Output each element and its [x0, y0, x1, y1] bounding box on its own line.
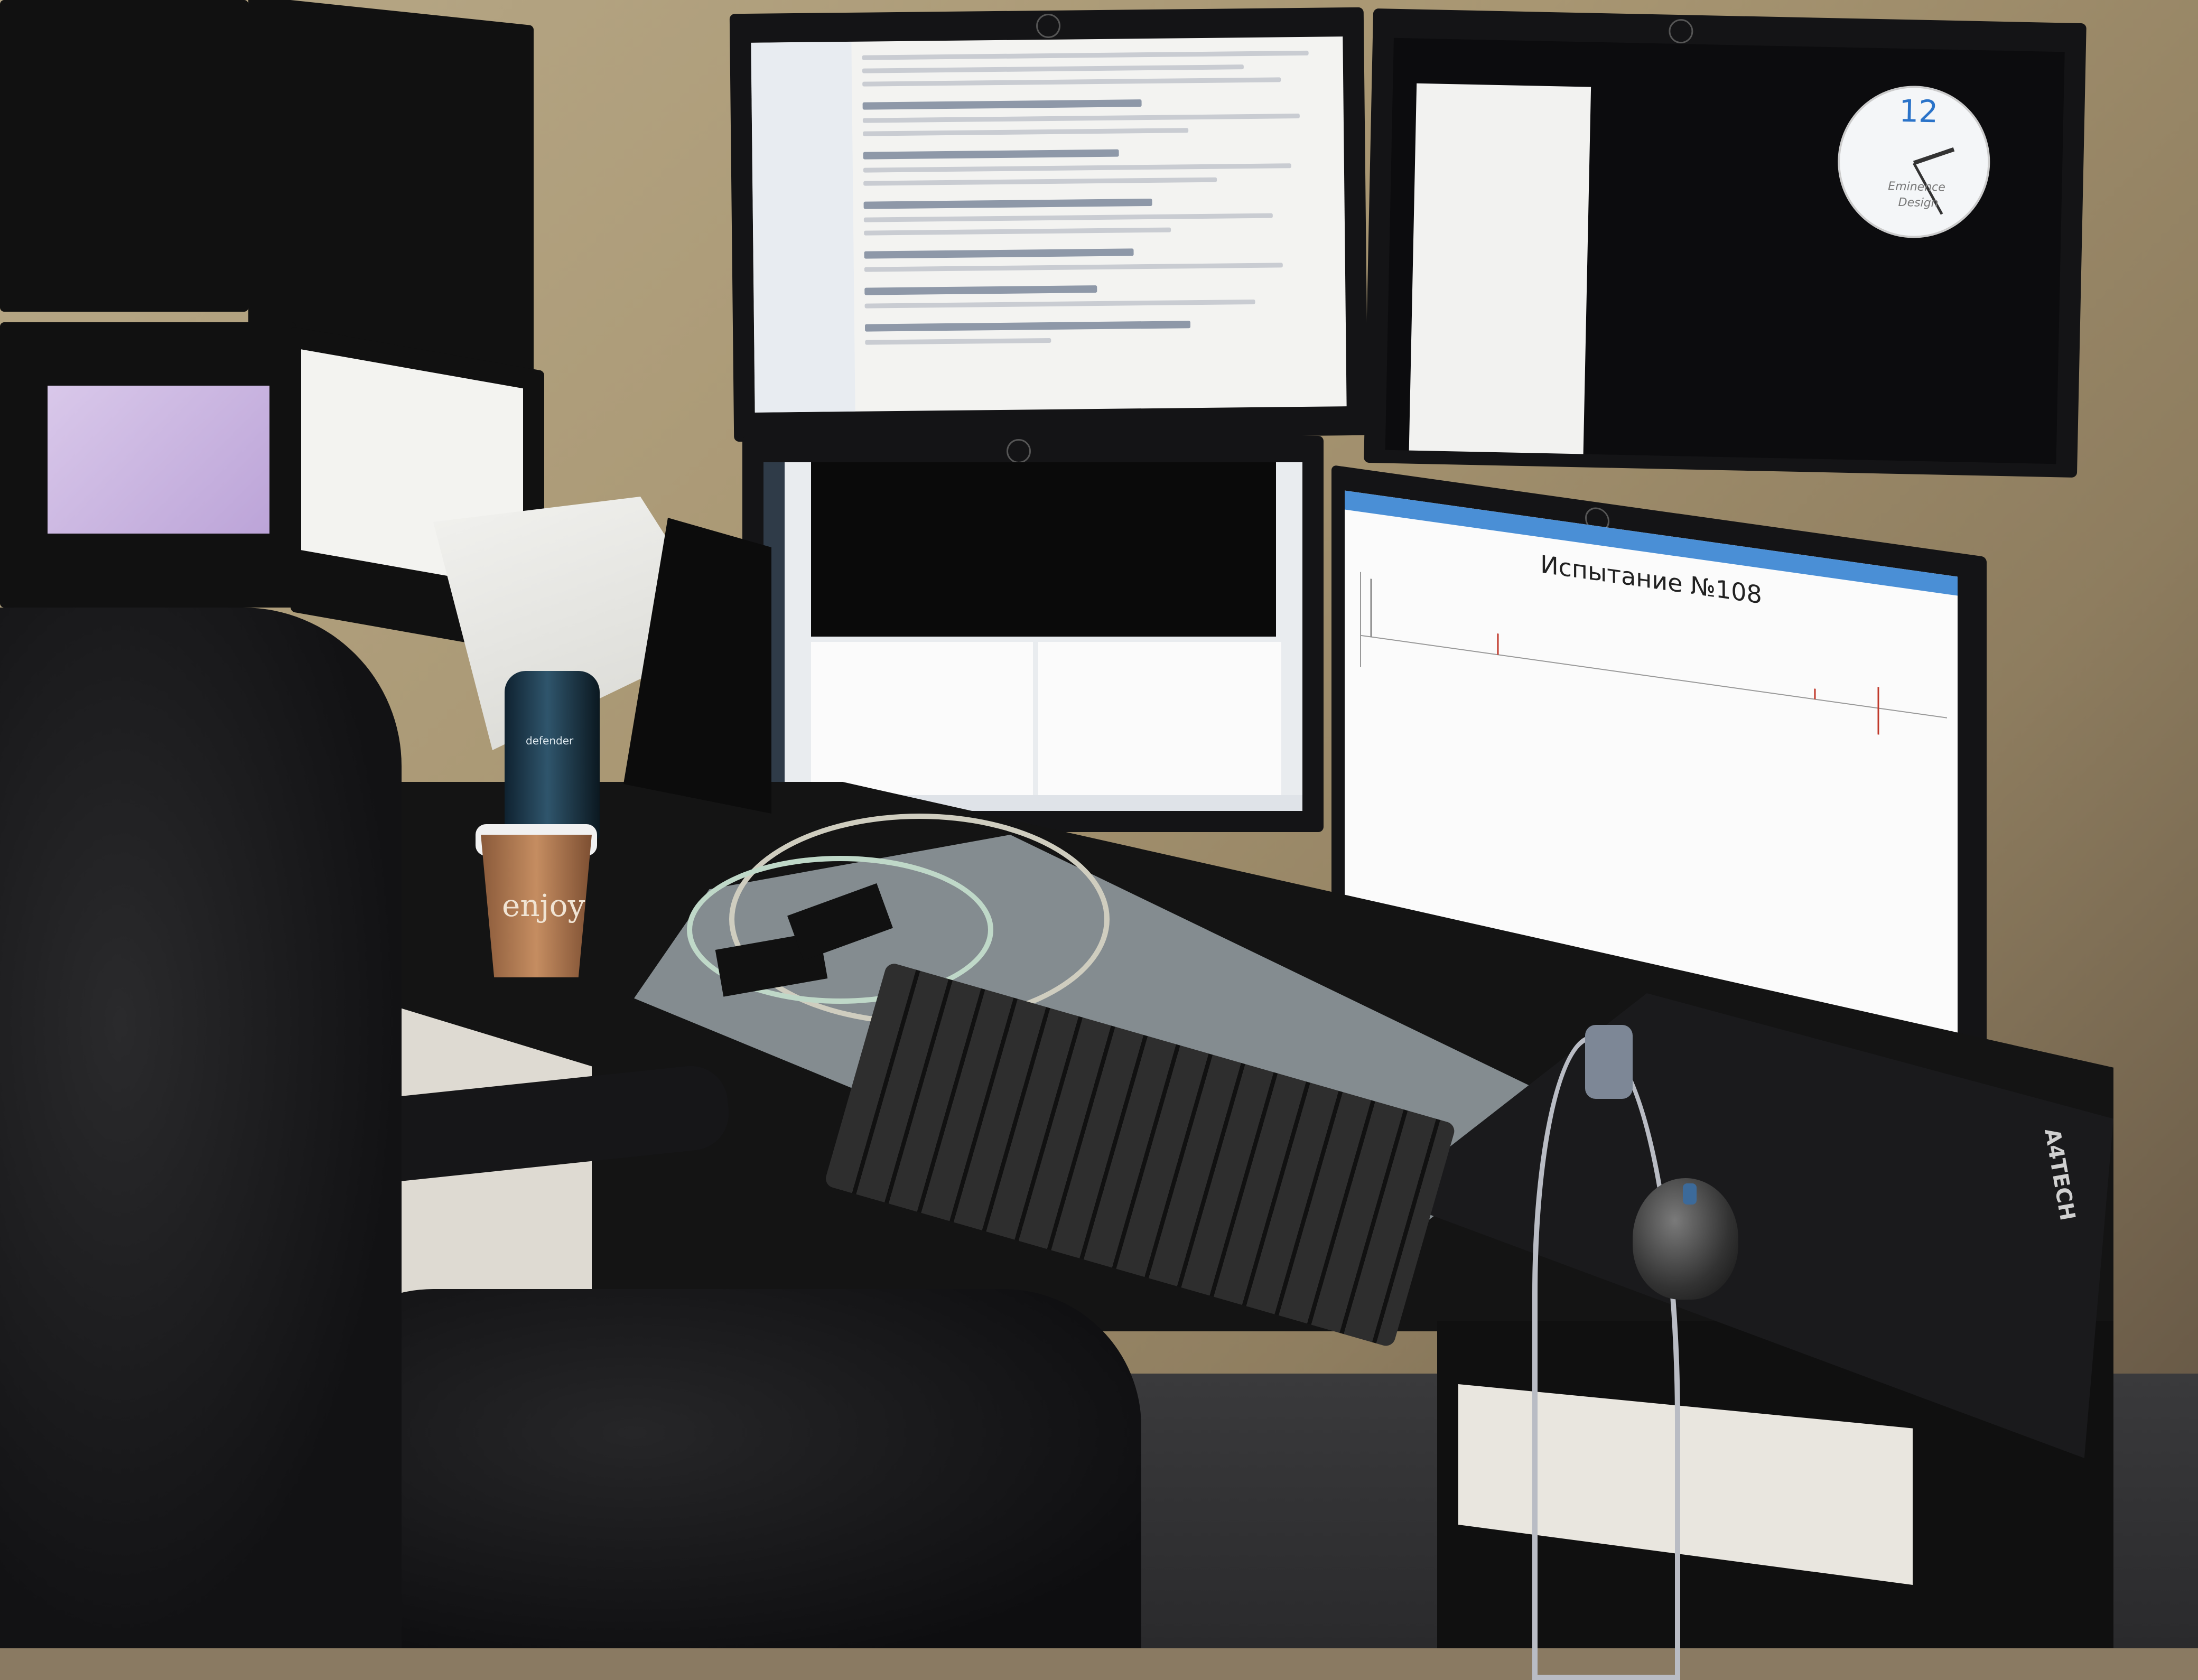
doc-line [863, 149, 1119, 160]
doc-line [862, 50, 1309, 60]
documentation-screen [751, 36, 1347, 413]
hp-logo-icon [1007, 439, 1031, 463]
doc-line [864, 248, 1134, 259]
doc-line [863, 128, 1189, 136]
chair-seat [296, 1289, 1141, 1648]
doc-line [863, 177, 1217, 186]
defender-can: defender [505, 671, 600, 840]
mousepad-brand-right: A4TECH [2039, 1126, 2080, 1222]
monitor-top-left [729, 7, 1368, 442]
left-monitor-screen [48, 386, 269, 534]
dark-desktop-screen: 12 Eminence Design [1385, 38, 2065, 464]
code-editor-left [811, 642, 1033, 795]
doc-line [863, 198, 1152, 209]
coffee-cup-text: enjoy [502, 888, 585, 923]
ide-screen [763, 462, 1302, 811]
documentation-content [862, 42, 1330, 345]
clock-hour-hand [1913, 147, 1955, 165]
hp-logo-icon [1668, 18, 1693, 44]
monitor-bottom-left [742, 436, 1324, 832]
doc-line [863, 163, 1291, 173]
doc-line [862, 64, 1244, 73]
doc-line [864, 227, 1171, 236]
office-chair-back [0, 608, 402, 1648]
clock-number-12: 12 [1898, 92, 1939, 130]
left-top-monitor-1 [0, 0, 248, 312]
doc-line [864, 285, 1097, 295]
terminal-panel [811, 462, 1276, 637]
mouse-scroll-wheel [1683, 1183, 1697, 1205]
monitor-top-right: 12 Eminence Design [1364, 8, 2087, 478]
doc-line [863, 213, 1273, 222]
doc-line [865, 338, 1051, 345]
usb-dongle [1585, 1025, 1633, 1099]
coffee-cup: enjoy [481, 835, 592, 977]
doc-line [862, 99, 1142, 110]
left-bottom-monitor-1 [0, 322, 296, 608]
doc-line [864, 263, 1283, 272]
clock-brand-line1: Eminence [1888, 180, 1946, 194]
desktop-clock-widget: 12 Eminence Design [1836, 84, 1992, 240]
clock-brand-line2: Design [1898, 195, 1939, 210]
chart-axis-line [1361, 634, 1947, 718]
text-editor-window [1409, 83, 1591, 464]
code-editor-right [1038, 642, 1281, 795]
can-label: defender [526, 734, 574, 747]
documentation-sidebar [751, 41, 855, 413]
doc-line [862, 77, 1281, 87]
hp-logo-icon [1036, 13, 1061, 39]
doc-line [864, 299, 1255, 309]
doc-line [864, 321, 1191, 332]
doc-line [862, 114, 1300, 123]
